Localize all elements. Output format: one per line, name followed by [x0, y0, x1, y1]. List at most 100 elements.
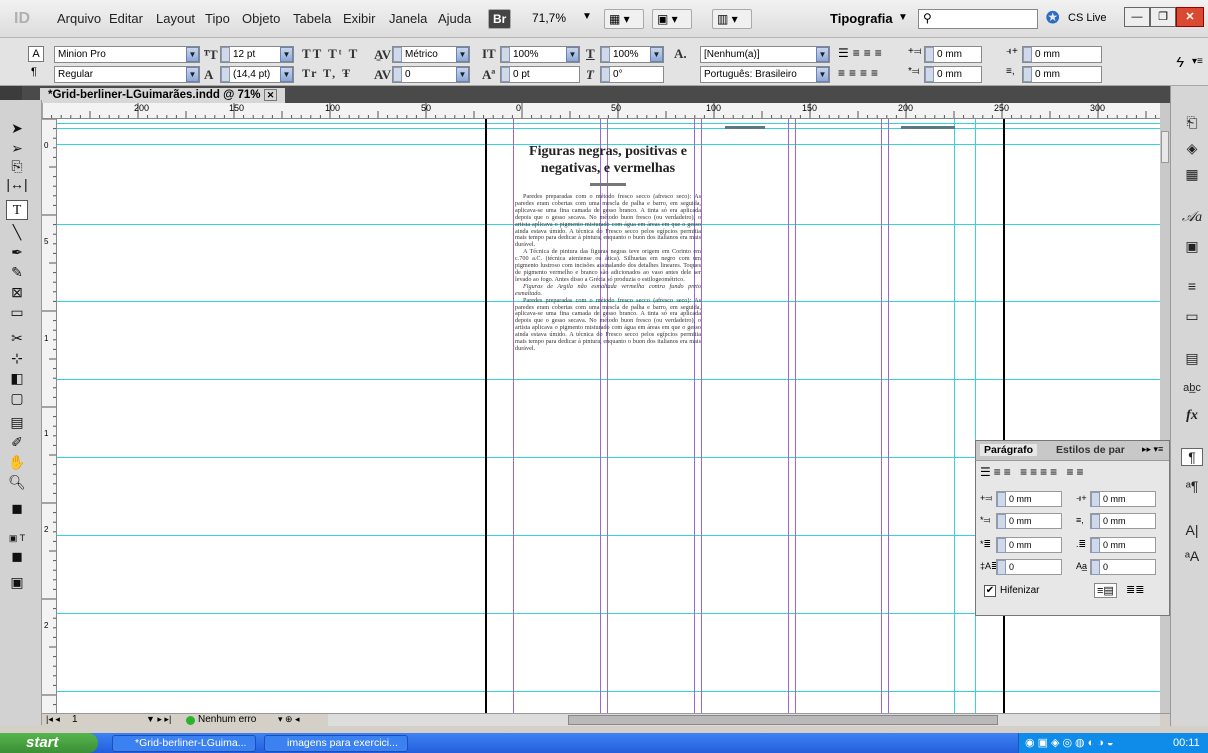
text-wrap-icon[interactable]: ▤: [1181, 350, 1203, 367]
character-style-select[interactable]: [Nenhum(a)] ▼: [700, 46, 830, 63]
workspace-switcher[interactable]: Tipografia: [830, 11, 893, 26]
left-indent-field[interactable]: 0 mm: [924, 46, 982, 63]
panel-menu-icon[interactable]: ▾≡: [1192, 56, 1203, 67]
workspace-chevron-icon[interactable]: ▼: [898, 12, 908, 23]
character-mode-icon[interactable]: A: [28, 46, 44, 62]
hyphenate-checkbox[interactable]: ✔: [984, 585, 996, 597]
line-tool-icon[interactable]: ╲: [6, 222, 28, 242]
first-line-field[interactable]: 0 mm: [996, 513, 1062, 529]
drop-cap-lines-field[interactable]: 0: [996, 559, 1062, 575]
drop-cap-chars-field[interactable]: 0: [1090, 559, 1156, 575]
horizontal-scrollbar[interactable]: [328, 714, 1160, 726]
spelling-icon[interactable]: ab̲c: [1181, 382, 1203, 394]
space-before-field[interactable]: 0 mm: [996, 537, 1062, 553]
selection-tool-icon[interactable]: ➤: [6, 118, 28, 138]
menu-tabela[interactable]: Tabela: [293, 11, 331, 26]
all-caps-icon[interactable]: TT Tᵗ T: [302, 46, 359, 62]
stroke-icon[interactable]: ≡: [1181, 278, 1203, 294]
fill-stroke-icon[interactable]: ◼: [6, 498, 28, 518]
font-style-select[interactable]: Regular ▼: [54, 66, 200, 83]
minimize-button[interactable]: —: [1124, 7, 1150, 27]
article-text-frame[interactable]: Figuras negras, positivas e negativas, e…: [515, 143, 701, 353]
font-family-select[interactable]: Minion Pro ▼: [54, 46, 200, 63]
preflight-status[interactable]: Nenhum erro: [198, 714, 256, 725]
menu-ajuda[interactable]: Ajuda: [438, 11, 471, 26]
zoom-tool-icon[interactable]: 🔍︎: [6, 472, 28, 492]
rectangle-tool-icon[interactable]: ▭: [6, 302, 28, 322]
gradient-tool-icon[interactable]: ◧: [6, 368, 28, 388]
pages-icon[interactable]: ⎗: [1181, 114, 1203, 131]
glyphs-icon[interactable]: ᵃA: [1181, 548, 1203, 564]
task-images[interactable]: imagens para exercici...: [264, 735, 408, 752]
close-tab-icon[interactable]: ✕: [263, 89, 278, 101]
page-number[interactable]: 1: [72, 714, 78, 725]
task-indesign[interactable]: *Grid-berliner-LGuima...: [112, 735, 256, 752]
align-left-icon[interactable]: ☰≡≡≡: [838, 46, 886, 60]
pencil-tool-icon[interactable]: ✎: [6, 262, 28, 282]
type-tool-icon[interactable]: T: [6, 200, 28, 220]
menu-janela[interactable]: Janela: [389, 11, 427, 26]
tab-paragraph[interactable]: Parágrafo: [980, 444, 1038, 456]
menu-tipo[interactable]: Tipo: [205, 11, 230, 26]
paragraph-styles-icon[interactable]: ᵃ¶: [1181, 478, 1203, 494]
last-line-field[interactable]: 0 mm: [1090, 513, 1156, 529]
start-button[interactable]: start: [0, 733, 98, 753]
leading-field[interactable]: (14,4 pt) ▼: [220, 66, 294, 83]
preflight-menu-icon[interactable]: ▾ ⊕ ◂: [278, 714, 300, 725]
document-canvas[interactable]: Figuras negras, positivas e negativas, e…: [57, 119, 1160, 713]
screen-mode-icon[interactable]: ▣ ▾: [652, 9, 692, 29]
menu-layout[interactable]: Layout: [156, 11, 195, 26]
menu-editar[interactable]: Editar: [109, 11, 143, 26]
tracking-field[interactable]: 0 ▼: [392, 66, 470, 83]
rectangle-frame-tool-icon[interactable]: ⊠: [6, 282, 28, 302]
right-indent-field[interactable]: 0 mm: [1090, 491, 1156, 507]
scissors-tool-icon[interactable]: ✂: [6, 328, 28, 348]
paragraph-panel-icon[interactable]: ¶: [1181, 448, 1203, 466]
space-after-field[interactable]: 0 mm: [1090, 537, 1156, 553]
horizontal-scale-field[interactable]: 100% ▼: [600, 46, 664, 63]
menu-exibir[interactable]: Exibir: [343, 11, 376, 26]
skew-field[interactable]: 0°: [600, 66, 664, 83]
free-transform-tool-icon[interactable]: ⊹: [6, 348, 28, 368]
effects-icon[interactable]: fx: [1181, 408, 1203, 424]
bridge-button[interactable]: Br: [488, 9, 512, 29]
gradient-icon[interactable]: ▭: [1181, 308, 1203, 325]
panel-menu-icon[interactable]: ▸▸ ▾≡: [1142, 444, 1163, 455]
character-panel-icon[interactable]: 𝒜a: [1181, 210, 1203, 226]
alignment-buttons[interactable]: ☰≡≡ ≡≡≡≡ ≡≡: [980, 465, 1086, 479]
vertical-scale-field[interactable]: 100% ▼: [500, 46, 580, 63]
align-to-grid-icon[interactable]: ≣≣: [1126, 583, 1144, 596]
formatting-container-icon[interactable]: ▣ T: [6, 528, 28, 548]
cslive-button[interactable]: CS Live: [1068, 12, 1107, 24]
quick-apply-icon[interactable]: ϟ: [1176, 54, 1184, 71]
kerning-field[interactable]: Métrico ▼: [392, 46, 470, 63]
justify-icon[interactable]: ≡≡≡≡: [838, 66, 882, 80]
character-styles-icon[interactable]: A|: [1181, 522, 1203, 538]
tray-icons[interactable]: ◉▣◈◎◍◐◑◒: [1025, 733, 1117, 753]
chevron-down-icon[interactable]: ▼: [582, 11, 592, 22]
menu-objeto[interactable]: Objeto: [242, 11, 280, 26]
layers-icon[interactable]: ◈: [1181, 140, 1203, 157]
menu-arquivo[interactable]: Arquivo: [57, 11, 101, 26]
first-line-indent-field[interactable]: 0 mm: [924, 66, 982, 83]
close-button[interactable]: ✕: [1176, 7, 1204, 27]
zoom-level[interactable]: 71,7%: [528, 9, 570, 29]
baseline-grid-icon[interactable]: ≡▤: [1094, 583, 1117, 598]
gradient-feather-icon[interactable]: ▢: [6, 388, 28, 408]
note-tool-icon[interactable]: ▤: [6, 412, 28, 432]
pen-tool-icon[interactable]: ✒: [6, 242, 28, 262]
document-tab[interactable]: *Grid-berliner-LGuimarães.indd @ 71% ✕: [40, 88, 286, 103]
right-indent-field[interactable]: 0 mm: [1022, 46, 1102, 63]
direct-selection-tool-icon[interactable]: ➢: [6, 138, 28, 158]
scroll-thumb[interactable]: [568, 715, 998, 725]
search-input[interactable]: ⚲: [918, 9, 1038, 29]
links-icon[interactable]: ▦: [1181, 166, 1203, 183]
first-page-icon[interactable]: |◂ ◂: [46, 714, 60, 725]
vertical-scrollbar[interactable]: [1160, 103, 1170, 713]
small-caps-icon[interactable]: Tr T, Ŧ: [302, 66, 352, 81]
hand-tool-icon[interactable]: ✋: [6, 452, 28, 472]
screen-mode-icon[interactable]: ▣: [6, 572, 28, 592]
page-tool-icon[interactable]: ⎘: [6, 156, 28, 176]
view-options-icon[interactable]: ▦ ▾: [604, 9, 644, 29]
scroll-thumb[interactable]: [1161, 131, 1169, 163]
